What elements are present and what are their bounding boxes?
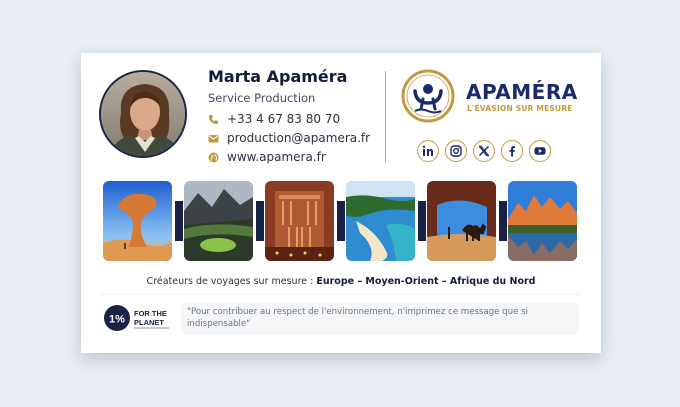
website-link[interactable]: www.apamera.fr xyxy=(227,150,326,164)
photo-divider xyxy=(175,201,183,241)
brand-name: APAMÉRA xyxy=(466,80,578,104)
avatar xyxy=(99,70,187,158)
photo-mushroom-rock-desert xyxy=(103,181,172,261)
youtube-icon[interactable] xyxy=(529,140,551,162)
social-links xyxy=(417,140,551,162)
photo-divider xyxy=(499,201,507,241)
photo-petra-treasury xyxy=(265,181,334,261)
destinations-line: Créateurs de voyages sur mesure : Europe… xyxy=(81,276,601,287)
contact-name: Marta Apaméra xyxy=(208,67,348,86)
svg-text:1%: 1% xyxy=(109,314,125,326)
destination-photo-strip xyxy=(103,181,578,263)
eco-message: "Pour contribuer au respect de l'environ… xyxy=(181,303,579,335)
photo-wadi-rum-camel xyxy=(427,181,496,261)
contact-role: Service Production xyxy=(208,91,316,105)
phone-number[interactable]: +33 4 67 83 80 70 xyxy=(227,112,340,126)
photo-tropical-lagoon-beach xyxy=(346,181,415,261)
destinations-prefix: Créateurs de voyages sur mesure : xyxy=(146,276,317,287)
email-icon xyxy=(208,133,219,144)
one-percent-for-the-planet-logo: 1% FOR THE PLANET xyxy=(103,303,173,333)
photo-divider xyxy=(418,201,426,241)
website-row[interactable]: www.apamera.fr xyxy=(208,150,326,164)
phone-row[interactable]: +33 4 67 83 80 70 xyxy=(208,112,340,126)
photo-dolomites-lake xyxy=(508,181,577,261)
vertical-divider xyxy=(385,71,386,163)
email-signature-card: Marta Apaméra Service Production +33 4 6… xyxy=(81,53,601,353)
destinations-list: Europe – Moyen-Orient – Afrique du Nord xyxy=(316,276,536,287)
globe-icon xyxy=(208,152,219,163)
photo-green-mountain-landscape xyxy=(184,181,253,261)
svg-text:PLANET: PLANET xyxy=(134,318,164,327)
photo-divider xyxy=(337,201,345,241)
brand-tagline: L'ÉVASION SUR MESURE xyxy=(467,104,573,113)
x-icon[interactable] xyxy=(473,140,495,162)
email-row[interactable]: production@apamera.fr xyxy=(208,131,370,145)
linkedin-icon[interactable] xyxy=(417,140,439,162)
apamera-logo-icon xyxy=(401,69,455,123)
email-address[interactable]: production@apamera.fr xyxy=(227,131,370,145)
instagram-icon[interactable] xyxy=(445,140,467,162)
footer-divider xyxy=(101,294,581,295)
phone-icon xyxy=(208,114,219,125)
svg-text:FOR THE: FOR THE xyxy=(134,309,167,318)
facebook-icon[interactable] xyxy=(501,140,523,162)
photo-divider xyxy=(256,201,264,241)
